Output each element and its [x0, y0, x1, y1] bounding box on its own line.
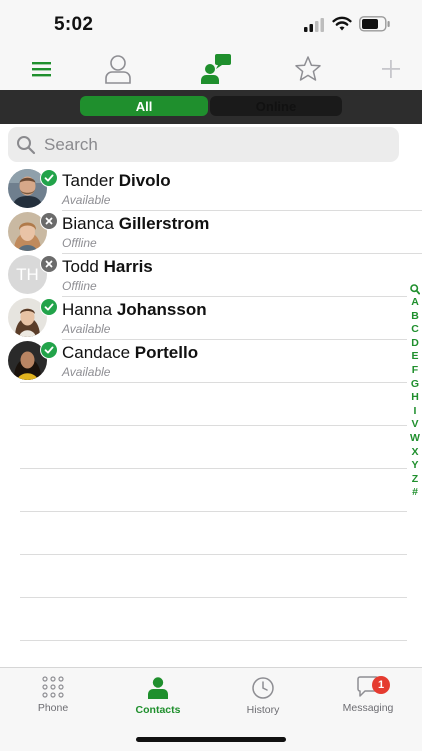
alphabet-index[interactable]: A B C D E F G H I V W X Y Z #	[408, 284, 422, 500]
favorites-star-icon	[295, 56, 321, 81]
offline-status-icon	[40, 212, 58, 230]
empty-row-divider	[20, 640, 407, 641]
chat-contacts-button[interactable]	[192, 48, 236, 90]
empty-row-divider	[20, 597, 407, 598]
contact-status: Offline	[62, 279, 97, 293]
contact-name: Todd Harris	[62, 257, 153, 276]
index-letter[interactable]: #	[412, 486, 418, 500]
wifi-icon	[332, 16, 352, 31]
filter-bar: All Online	[0, 90, 422, 124]
tab-history[interactable]: History	[218, 676, 308, 716]
index-letter[interactable]: Z	[412, 473, 418, 487]
index-letter[interactable]: X	[411, 446, 418, 460]
favorites-button[interactable]	[290, 48, 326, 90]
contact-chat-icon	[201, 54, 231, 84]
cellular-signal-icon	[304, 18, 324, 32]
search-input[interactable]	[42, 133, 366, 156]
index-letter[interactable]: D	[411, 337, 419, 351]
tab-label: Messaging	[342, 702, 394, 714]
tab-label: History	[246, 704, 280, 716]
tab-contacts[interactable]: Contacts	[113, 676, 203, 716]
tab-phone[interactable]: Phone	[8, 676, 98, 714]
add-plus-icon	[382, 60, 400, 78]
search-icon	[17, 135, 36, 154]
index-letter[interactable]: I	[414, 405, 417, 419]
index-letter[interactable]: F	[412, 364, 418, 378]
index-letter[interactable]: Y	[411, 459, 418, 473]
top-navigation-bar	[0, 48, 422, 90]
filter-online-button[interactable]: Online	[210, 96, 342, 116]
menu-button[interactable]	[22, 48, 62, 90]
available-status-icon	[40, 298, 58, 316]
filter-all-button[interactable]: All	[80, 96, 208, 116]
search-field[interactable]	[8, 127, 399, 162]
contact-name: Candace Portello	[62, 343, 199, 362]
index-letter[interactable]: W	[410, 432, 420, 446]
empty-row-divider	[20, 511, 407, 512]
index-letter[interactable]: V	[411, 418, 418, 432]
empty-row-divider	[20, 425, 407, 426]
battery-icon	[359, 16, 390, 32]
index-letter[interactable]: H	[411, 391, 419, 405]
contacts-icon	[148, 677, 168, 699]
contact-row-bianca-gillerstrom[interactable]: Bianca Gillerstrom Offline	[0, 210, 422, 253]
add-contact-button[interactable]	[376, 48, 406, 90]
index-letter[interactable]: G	[411, 378, 419, 392]
status-time: 5:02	[54, 14, 94, 35]
contacts-directory-button[interactable]	[97, 48, 139, 90]
contact-status: Offline	[62, 236, 97, 250]
tab-messaging[interactable]: 1 Messaging	[323, 676, 413, 714]
index-letter[interactable]: C	[411, 323, 419, 337]
contact-status: Available	[62, 193, 111, 207]
tab-label: Contacts	[135, 704, 181, 716]
index-letter[interactable]: B	[411, 310, 419, 324]
empty-row-divider	[20, 554, 407, 555]
contact-row-candace-portello[interactable]: Candace Portello Available	[0, 339, 422, 382]
contact-status: Available	[62, 365, 111, 379]
tab-label: Phone	[37, 702, 69, 714]
hamburger-menu-icon	[32, 62, 51, 77]
contact-row-hanna-johansson[interactable]: Hanna Johansson Available	[0, 296, 422, 339]
contact-name: Hanna Johansson	[62, 300, 207, 319]
available-status-icon	[40, 341, 58, 359]
contact-status: Available	[62, 322, 111, 336]
contact-row-tander-divolo[interactable]: Tander Divolo Available	[0, 167, 422, 210]
contact-person-icon	[105, 55, 131, 84]
index-search-icon[interactable]	[410, 284, 420, 295]
row-divider	[20, 382, 407, 383]
dialpad-icon	[42, 676, 64, 698]
contact-row-todd-harris[interactable]: TH Todd Harris Offline	[0, 253, 422, 296]
contact-name: Bianca Gillerstrom	[62, 214, 210, 233]
contact-name: Tander Divolo	[62, 171, 171, 190]
home-indicator	[136, 737, 286, 742]
unread-badge: 1	[372, 676, 390, 694]
index-letter[interactable]: E	[411, 350, 418, 364]
index-letter[interactable]: A	[411, 296, 419, 310]
clock-icon	[252, 677, 274, 699]
empty-row-divider	[20, 468, 407, 469]
offline-status-icon	[40, 255, 58, 273]
status-bar: 5:02	[0, 0, 422, 48]
available-status-icon	[40, 169, 58, 187]
